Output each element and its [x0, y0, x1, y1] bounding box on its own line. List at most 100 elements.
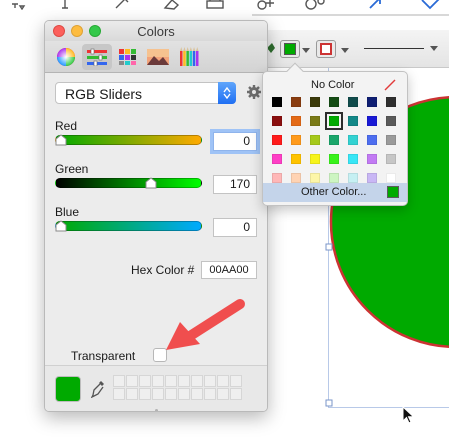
- pencil-icon[interactable]: [114, 0, 130, 10]
- color-swatch[interactable]: [348, 154, 358, 164]
- color-swatch[interactable]: [291, 135, 301, 145]
- line-style-button[interactable]: [360, 40, 440, 58]
- crayons-icon: [180, 47, 199, 66]
- green-slider-knob[interactable]: [145, 177, 157, 189]
- color-swatch[interactable]: [272, 154, 282, 164]
- empty-color-well[interactable]: [178, 388, 190, 400]
- empty-color-well[interactable]: [178, 375, 190, 387]
- color-swatch[interactable]: [367, 154, 377, 164]
- color-swatch[interactable]: [291, 97, 301, 107]
- color-swatch[interactable]: [310, 97, 320, 107]
- color-palettes-tab[interactable]: [113, 44, 143, 70]
- color-swatch[interactable]: [367, 135, 377, 145]
- popup-stepper: [218, 82, 236, 104]
- color-swatch[interactable]: [386, 135, 396, 145]
- no-color-option[interactable]: No Color: [311, 79, 354, 91]
- chevron-down-icon[interactable]: [341, 48, 349, 54]
- empty-color-well[interactable]: [152, 388, 164, 400]
- signature-icon[interactable]: [420, 0, 444, 10]
- empty-color-well[interactable]: [139, 375, 151, 387]
- app-toolbar: [0, 0, 449, 14]
- gear-icon[interactable]: [246, 84, 262, 100]
- empty-color-well[interactable]: [217, 388, 229, 400]
- color-swatch[interactable]: [329, 97, 339, 107]
- color-swatch[interactable]: [310, 173, 320, 183]
- empty-color-well[interactable]: [113, 388, 125, 400]
- color-swatch[interactable]: [272, 116, 282, 126]
- group-shapes-icon[interactable]: [302, 0, 330, 10]
- color-swatch[interactable]: [329, 154, 339, 164]
- palette-grid-icon: [119, 49, 136, 65]
- stroke-color-button[interactable]: [316, 40, 336, 58]
- color-swatch[interactable]: [272, 97, 282, 107]
- color-swatch[interactable]: [291, 154, 301, 164]
- color-swatch[interactable]: [272, 135, 282, 145]
- empty-color-well[interactable]: [230, 388, 242, 400]
- text-cursor-icon[interactable]: [60, 0, 70, 10]
- empty-color-well[interactable]: [165, 388, 177, 400]
- slider-mode-popup[interactable]: RGB Sliders: [55, 82, 236, 104]
- color-swatch[interactable]: [310, 135, 320, 145]
- color-sliders-tab[interactable]: [82, 44, 112, 70]
- empty-color-well[interactable]: [191, 375, 203, 387]
- color-swatch[interactable]: [291, 173, 301, 183]
- color-swatch[interactable]: [367, 97, 377, 107]
- other-color-option[interactable]: Other Color...: [263, 183, 407, 202]
- print-icon[interactable]: [204, 0, 226, 10]
- blue-slider-knob[interactable]: [55, 220, 67, 232]
- current-color-well[interactable]: [55, 376, 81, 402]
- image-palettes-tab[interactable]: [143, 44, 173, 70]
- text-tool-icon[interactable]: [10, 0, 32, 10]
- color-swatch[interactable]: [386, 116, 396, 126]
- fill-color-button[interactable]: [280, 40, 300, 58]
- red-value-field[interactable]: 0: [213, 132, 257, 151]
- empty-color-well[interactable]: [204, 388, 216, 400]
- color-swatch[interactable]: [348, 135, 358, 145]
- arrow-tool-icon[interactable]: [366, 0, 384, 10]
- image-palette-icon: [147, 49, 169, 65]
- color-swatch[interactable]: [325, 112, 343, 130]
- empty-color-well[interactable]: [139, 388, 151, 400]
- crayons-tab[interactable]: [175, 44, 205, 70]
- empty-color-well[interactable]: [113, 375, 125, 387]
- empty-color-well[interactable]: [126, 375, 138, 387]
- empty-color-well[interactable]: [230, 375, 242, 387]
- hex-color-field[interactable]: 00AA00: [201, 261, 257, 279]
- color-swatch[interactable]: [348, 97, 358, 107]
- empty-color-well[interactable]: [217, 375, 229, 387]
- color-swatch[interactable]: [348, 116, 358, 126]
- color-swatch[interactable]: [367, 116, 377, 126]
- color-wheel-tab[interactable]: [51, 44, 81, 70]
- eyedropper-icon[interactable]: [91, 380, 105, 398]
- color-swatch[interactable]: [386, 97, 396, 107]
- empty-color-well[interactable]: [152, 375, 164, 387]
- red-slider-knob[interactable]: [55, 134, 67, 146]
- green-slider[interactable]: [55, 178, 202, 188]
- empty-color-well[interactable]: [126, 388, 138, 400]
- slider-mode-label: RGB Sliders: [65, 86, 143, 102]
- shapes-add-icon[interactable]: [254, 0, 278, 10]
- title-bar[interactable]: Colors: [45, 21, 267, 41]
- color-swatch[interactable]: [329, 135, 339, 145]
- color-swatch[interactable]: [329, 173, 339, 183]
- color-swatch[interactable]: [367, 173, 377, 183]
- resize-handle[interactable]: [155, 409, 158, 411]
- blue-slider[interactable]: [55, 221, 202, 231]
- red-slider[interactable]: [55, 135, 202, 145]
- no-color-slash-icon[interactable]: [383, 78, 397, 92]
- color-swatch[interactable]: [272, 173, 282, 183]
- color-swatch[interactable]: [348, 173, 358, 183]
- color-swatch[interactable]: [310, 116, 320, 126]
- color-swatch[interactable]: [291, 116, 301, 126]
- empty-color-well[interactable]: [165, 375, 177, 387]
- blue-value-field[interactable]: 0: [213, 218, 257, 237]
- green-value-field[interactable]: 170: [213, 175, 257, 194]
- empty-color-well[interactable]: [191, 388, 203, 400]
- chevron-down-icon[interactable]: [302, 48, 310, 54]
- eraser-icon[interactable]: [162, 0, 184, 10]
- empty-color-well[interactable]: [204, 375, 216, 387]
- color-swatch[interactable]: [310, 154, 320, 164]
- color-swatch[interactable]: [386, 173, 396, 183]
- red-slider-label: Red: [55, 119, 78, 133]
- color-swatch[interactable]: [386, 154, 396, 164]
